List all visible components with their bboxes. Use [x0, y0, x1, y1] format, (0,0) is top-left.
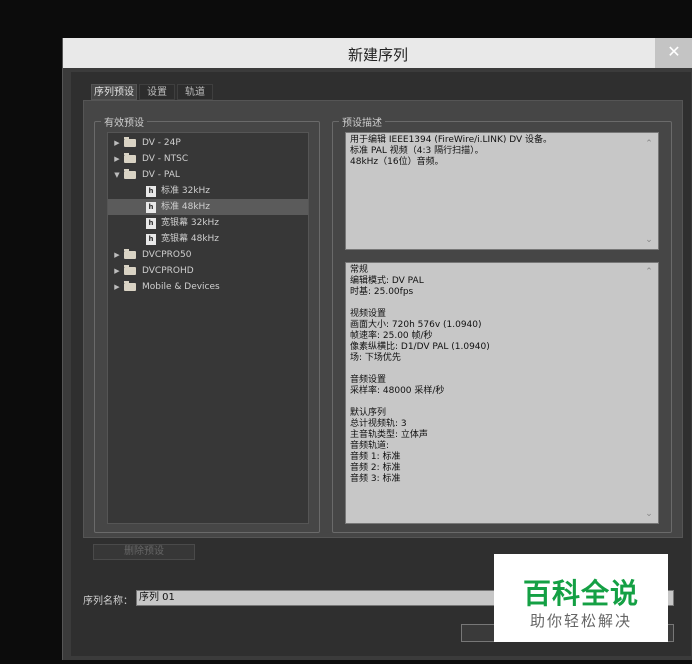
watermark-subtitle: 助你轻松解决	[529, 612, 632, 630]
description-line: 用于编辑 IEEE1394 (FireWire/i.LINK) DV 设备。	[350, 135, 553, 145]
description-line: 标准 PAL 视频（4:3 隔行扫描）。	[350, 146, 484, 156]
scroll-up-icon[interactable]: ⌃	[644, 267, 654, 277]
detail-line: 总计视频轨: 3	[350, 419, 407, 429]
preset-file-icon: h	[146, 202, 156, 213]
tree-item-standard-32khz[interactable]: h 标准 32kHz	[108, 183, 308, 199]
detail-line: 帧速率: 25.00 帧/秒	[350, 331, 433, 341]
tree-item-label: 标准 32kHz	[161, 186, 211, 196]
expand-arrow-icon[interactable]: ▶	[112, 279, 122, 295]
folder-icon	[124, 153, 136, 163]
expand-arrow-icon[interactable]: ▶	[112, 151, 122, 167]
scroll-up-icon[interactable]: ⌃	[644, 139, 654, 149]
tab-settings[interactable]: 设置	[139, 84, 175, 100]
tree-item-label: DVCPROHD	[142, 266, 194, 276]
expand-arrow-icon[interactable]: ▶	[112, 135, 122, 151]
tree-item-label: DV - 24P	[142, 138, 181, 148]
detail-line: 音频 2: 标准	[350, 463, 401, 473]
preset-file-icon: h	[146, 234, 156, 245]
detail-line: 音频 1: 标准	[350, 452, 401, 462]
detail-line: 像素纵横比: D1/DV PAL (1.0940)	[350, 342, 490, 352]
tree-item-dv-24p[interactable]: ▶ DV - 24P	[108, 135, 308, 151]
detail-line: 默认序列	[350, 408, 387, 418]
detail-line: 画面大小: 720h 576v (1.0940)	[350, 320, 482, 330]
scroll-down-icon[interactable]: ⌄	[644, 509, 654, 519]
tree-item-widescreen-48khz[interactable]: h 宽银幕 48kHz	[108, 231, 308, 247]
tree-item-dv-pal[interactable]: ▼ DV - PAL	[108, 167, 308, 183]
detail-line: 场: 下场优先	[350, 353, 401, 363]
tree-item-label: DV - NTSC	[142, 154, 189, 164]
tree-item-label: 标准 48kHz	[161, 202, 211, 212]
title-bar: 新建序列 ✕	[63, 38, 692, 68]
folder-icon	[124, 249, 136, 259]
detail-line	[350, 397, 654, 408]
tree-item-standard-48khz[interactable]: h 标准 48kHz	[108, 199, 308, 215]
preset-description-label: 预设描述	[339, 114, 385, 129]
preset-description-group: 预设描述 用于编辑 IEEE1394 (FireWire/i.LINK) DV …	[332, 114, 672, 533]
tree-item-label: 宽银幕 32kHz	[161, 218, 220, 228]
presets-tree[interactable]: ▶ DV - 24P ▶ DV - NTSC ▼ DV - PAL h 标准 3…	[107, 132, 309, 524]
description-line: 48kHz（16位）音频。	[350, 157, 444, 167]
tree-item-label: DV - PAL	[142, 170, 180, 180]
tree-item-dv-ntsc[interactable]: ▶ DV - NTSC	[108, 151, 308, 167]
tree-item-dvcpro50[interactable]: ▶ DVCPRO50	[108, 247, 308, 263]
tree-item-label: Mobile & Devices	[142, 282, 220, 292]
close-button[interactable]: ✕	[655, 38, 692, 68]
folder-icon	[124, 281, 136, 291]
available-presets-label: 有效预设	[101, 114, 147, 129]
detail-line: 时基: 25.00fps	[350, 287, 414, 297]
tree-item-label: DVCPRO50	[142, 250, 192, 260]
folder-icon	[124, 265, 136, 275]
tab-sequence-presets[interactable]: 序列预设	[91, 84, 137, 100]
detail-line: 采样率: 48000 采样/秒	[350, 386, 445, 396]
watermark-title: 百科全说	[522, 577, 639, 610]
tree-item-widescreen-32khz[interactable]: h 宽银幕 32kHz	[108, 215, 308, 231]
dialog-title: 新建序列	[347, 46, 408, 64]
collapse-arrow-icon[interactable]: ▼	[112, 167, 122, 183]
tab-tracks[interactable]: 轨道	[177, 84, 213, 100]
expand-arrow-icon[interactable]: ▶	[112, 247, 122, 263]
preset-file-icon: h	[146, 218, 156, 229]
available-presets-group: 有效预设 ▶ DV - 24P ▶ DV - NTSC ▼ DV - PAL h…	[94, 114, 320, 533]
detail-line: 主音轨类型: 立体声	[350, 430, 428, 440]
delete-preset-button[interactable]: 删除预设	[93, 544, 195, 560]
tree-item-mobile-devices[interactable]: ▶ Mobile & Devices	[108, 279, 308, 295]
detail-line	[350, 298, 654, 309]
detail-line: 视频设置	[350, 309, 387, 319]
detail-line	[350, 364, 654, 375]
watermark-logo: 百科全说 助你轻松解决	[494, 554, 668, 642]
details-text: 常规 编辑模式: DV PAL 时基: 25.00fps 视频设置 画面大小: …	[345, 262, 659, 524]
scroll-down-icon[interactable]: ⌄	[644, 235, 654, 245]
expand-arrow-icon[interactable]: ▶	[112, 263, 122, 279]
detail-line: 音频 3: 标准	[350, 474, 401, 484]
tree-item-dvcprohd[interactable]: ▶ DVCPROHD	[108, 263, 308, 279]
folder-icon	[124, 137, 136, 147]
preset-file-icon: h	[146, 186, 156, 197]
presets-panel: 有效预设 ▶ DV - 24P ▶ DV - NTSC ▼ DV - PAL h…	[83, 100, 683, 538]
description-text: 用于编辑 IEEE1394 (FireWire/i.LINK) DV 设备。 标…	[345, 132, 659, 250]
screen: 新建序列 ✕ 序列预设 设置 轨道 有效预设 ▶ DV - 24P ▶ DV -…	[0, 0, 692, 664]
detail-line: 常规	[350, 265, 369, 275]
tree-item-label: 宽银幕 48kHz	[161, 234, 220, 244]
detail-line: 编辑模式: DV PAL	[350, 276, 424, 286]
sequence-name-label: 序列名称：	[83, 596, 133, 607]
folder-open-icon	[124, 169, 136, 179]
detail-line: 音频轨道:	[350, 441, 390, 451]
detail-line: 音频设置	[350, 375, 387, 385]
